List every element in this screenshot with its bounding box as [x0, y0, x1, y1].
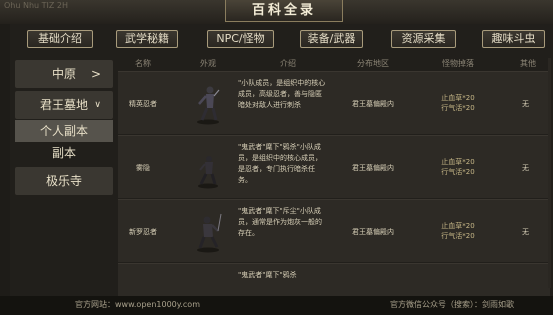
sidebar: 中原 > 君王墓地 ∨ 个人副本 副本 极乐寺 — [15, 58, 113, 258]
tab-resources[interactable]: 资源采集 — [391, 30, 456, 48]
footer: 官方网站：www.open1000y.com 官方微信公众号（搜索）：剑雨如歌 — [0, 296, 553, 315]
official-website[interactable]: 官方网站：www.open1000y.com — [75, 299, 200, 310]
monster-intro: "鬼武者"麾下"鸦杀"小队成员，是组织中的核心成员，是忍者，专门执行暗杀任务。 — [238, 143, 322, 184]
drop-item: 行气活*20 — [441, 232, 475, 240]
sidebar-item-label: 君王墓地 — [39, 98, 88, 112]
chevron-down-icon: ∨ — [94, 100, 101, 110]
monster-drops: 止血草*20 行气活*20 — [418, 221, 498, 241]
scrollbar[interactable] — [548, 58, 551, 288]
tab-npc-monsters[interactable]: NPC/怪物 — [207, 30, 274, 48]
sidebar-item-label: 中原 — [51, 67, 76, 81]
drop-item: 行气活*20 — [441, 168, 475, 176]
header-drops: 怪物掉落 — [442, 59, 474, 68]
tab-basic-intro[interactable]: 基础介绍 — [27, 30, 93, 48]
ninja-figure-icon — [198, 156, 218, 189]
monster-intro: "小队成员，是组织中的核心成员，高级忍者，善与隐匿暗处对敌人进行刺杀 — [238, 79, 326, 109]
table-row: "鬼武者"麾下"鸦杀 — [118, 263, 550, 297]
drop-item: 行气活*20 — [441, 104, 475, 112]
top-breadcrumb: Ohu Nhu TIZ 2H — [4, 1, 69, 10]
monster-drops: 止血草*20 行气活*20 — [418, 157, 498, 177]
monster-drops: 止血草*20 行气活*20 — [418, 93, 498, 113]
ninja-figure-icon — [197, 213, 222, 253]
sidebar-item-zhongyuan[interactable]: 中原 > — [15, 60, 113, 88]
header-area: 分布地区 — [357, 59, 389, 68]
monster-name: 新罗忍者 — [129, 228, 157, 236]
sidebar-item-jile-temple[interactable]: 极乐寺 — [15, 167, 113, 195]
tab-bug-fighting[interactable]: 趣味斗虫 — [482, 30, 545, 48]
monster-other: 无 — [522, 228, 529, 236]
monster-name: 精英忍者 — [129, 100, 157, 108]
table-header: 名称 外观 介绍 分布地区 怪物掉落 其他 — [118, 58, 550, 70]
drop-item: 止血草*20 — [441, 158, 475, 166]
monster-intro: "鬼武者"麾下"鸦杀 — [238, 271, 297, 279]
header-name: 名称 — [135, 59, 151, 68]
page-title: 百科全录 — [225, 0, 343, 22]
sidebar-item-personal-dungeon[interactable]: 个人副本 — [15, 120, 113, 142]
monster-other: 无 — [522, 164, 529, 172]
tab-equipment[interactable]: 装备/武器 — [300, 30, 363, 48]
monster-area: 君王墓偏殿内 — [352, 228, 394, 236]
wechat-account: 官方微信公众号（搜索）：剑雨如歌 — [390, 300, 514, 309]
monster-intro: "鬼武者"麾下"斥尘"小队成员，通常是作为炮灰一般的存在。 — [238, 207, 322, 237]
table-row: 精英忍者 "小队成员，是组织中的核心成员，高级忍者，善与隐匿暗处对敌人进行刺杀 … — [118, 71, 550, 134]
sidebar-item-dungeon[interactable]: 副本 — [15, 142, 113, 164]
ninja-figure-icon — [197, 86, 220, 125]
header-appearance: 外观 — [200, 59, 216, 68]
chevron-right-icon: > — [90, 67, 101, 81]
table-row: 新罗忍者 "鬼武者"麾下"斥尘"小队成员，通常是作为炮灰一般的存在。 君王墓偏殿… — [118, 199, 550, 262]
monster-area: 君王墓偏殿内 — [352, 100, 394, 108]
drop-item: 止血草*20 — [441, 222, 475, 230]
tab-martial-arts[interactable]: 武学秘籍 — [116, 30, 178, 48]
header-intro: 介绍 — [280, 59, 296, 68]
header-other: 其他 — [520, 59, 536, 68]
monster-name: 雾隐 — [136, 164, 150, 172]
monster-other: 无 — [522, 100, 529, 108]
drop-item: 止血草*20 — [441, 94, 475, 102]
sidebar-item-junwang-tomb[interactable]: 君王墓地 ∨ — [15, 91, 113, 119]
table-row: 雾隐 "鬼武者"麾下"鸦杀"小队成员，是组织中的核心成员，是忍者，专门执行暗杀任… — [118, 135, 550, 198]
monster-area: 君王墓偏殿内 — [352, 164, 394, 172]
